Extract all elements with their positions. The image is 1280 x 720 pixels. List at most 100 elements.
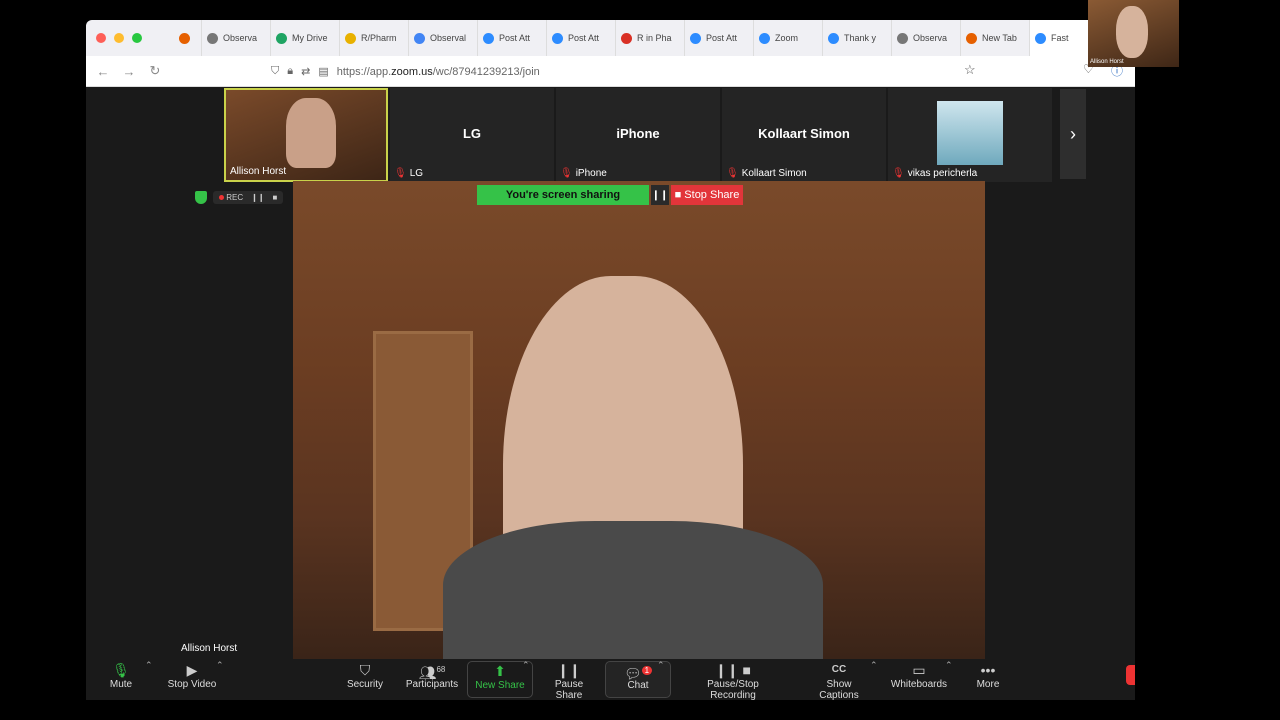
- tab-label: Observal: [430, 33, 467, 43]
- participant-tile[interactable]: LG 🎙︎ LG: [390, 88, 554, 182]
- tab-bar: Observa My Drive R/Pharm Observal Post Att Po…: [86, 20, 1135, 56]
- recording-indicator: REC ❙❙ ■: [195, 191, 284, 204]
- chevron-up-icon[interactable]: ⌃: [216, 660, 224, 671]
- browser-tab[interactable]: R in Pha: [616, 20, 685, 56]
- browser-tab[interactable]: Zoom: [754, 20, 823, 56]
- pause-share-icon[interactable]: ❙❙: [651, 185, 669, 205]
- back-icon[interactable]: ←: [94, 64, 112, 79]
- tab-label: Post Att: [568, 33, 600, 43]
- page-icon: ▤: [318, 66, 329, 78]
- pause-stop-recording-button[interactable]: ❙❙ ■ Pause/Stop Recording: [683, 661, 783, 700]
- browser-tab[interactable]: R/Pharm: [340, 20, 409, 56]
- presenter-name: Allison Horst: [1090, 59, 1124, 65]
- tab-label: Zoom: [775, 33, 799, 43]
- stop-recording-icon[interactable]: ■: [273, 193, 278, 202]
- tab-label: R in Pha: [637, 33, 672, 43]
- firefox-icon: [179, 32, 190, 44]
- tab-label: My Drive: [292, 33, 328, 43]
- participants-button[interactable]: 👥︎68 Participants: [404, 661, 460, 690]
- participant-tile[interactable]: Kollaart Simon 🎙︎ Kollaart Simon: [722, 88, 886, 182]
- participant-tile-self[interactable]: Allison Horst: [224, 88, 388, 182]
- tab-favicon-icon: [345, 32, 356, 44]
- pause-icon: ❙❙: [557, 662, 581, 678]
- whiteboard-icon: ▭: [912, 662, 926, 678]
- video-camera-icon: ▶︎: [186, 662, 198, 678]
- permissions-icon: ⇄: [301, 66, 311, 78]
- forward-icon[interactable]: →: [120, 64, 138, 79]
- chevron-up-icon[interactable]: ⌃: [657, 660, 665, 671]
- more-dots-icon: •••: [980, 662, 996, 678]
- tab-favicon-icon: [414, 32, 425, 44]
- presenter-face: [1116, 6, 1148, 58]
- main-video: [293, 181, 985, 659]
- participant-name: 🎙︎ Kollaart Simon: [726, 168, 807, 179]
- window-controls: [86, 33, 174, 43]
- mic-muted-icon: 🎙︎: [892, 168, 905, 179]
- participant-tile[interactable]: iPhone 🎙︎ iPhone: [556, 88, 720, 182]
- mic-muted-icon: 🎙︎: [726, 168, 739, 179]
- whiteboards-button[interactable]: ▭ Whiteboards: [889, 661, 949, 690]
- participant-name: Allison Horst: [230, 166, 287, 177]
- reload-icon[interactable]: ↻: [146, 63, 164, 79]
- participant-label: LG: [462, 126, 482, 141]
- chevron-right-icon[interactable]: ›: [1060, 89, 1086, 179]
- browser-window: Observa My Drive R/Pharm Observal Post Att Po…: [86, 20, 1135, 700]
- presenter-camera-overlay: Allison Horst: [1088, 0, 1179, 67]
- url-field[interactable]: ⛉ 🔒︎ ⇄ ▤ https://app.zoom.us/wc/87941239…: [271, 60, 981, 83]
- more-button[interactable]: ••• More: [970, 661, 1006, 690]
- stop-video-button[interactable]: ▶︎ Stop Video: [166, 661, 218, 690]
- chat-badge: 1: [641, 666, 653, 675]
- minimize-window-button[interactable]: [114, 33, 124, 43]
- zoom-window-button[interactable]: [132, 33, 142, 43]
- browser-tab[interactable]: Thank y: [823, 20, 892, 56]
- captions-icon: CC: [831, 664, 847, 675]
- close-window-button[interactable]: [96, 33, 106, 43]
- browser-tab[interactable]: Observal: [409, 20, 478, 56]
- active-speaker-label: Allison Horst: [181, 643, 238, 654]
- pause-share-button[interactable]: ❙❙ Pause Share: [541, 661, 597, 700]
- tab-firefox[interactable]: [174, 20, 202, 56]
- end-meeting-button[interactable]: [1126, 665, 1135, 685]
- tab-favicon-icon: [1035, 32, 1046, 44]
- mic-muted-icon: 🎙︎: [394, 168, 407, 179]
- mute-button[interactable]: 🎙︎ Mute: [106, 661, 136, 690]
- tab-favicon-icon: [483, 32, 494, 44]
- browser-tab[interactable]: Observa: [892, 20, 961, 56]
- shield-icon: ⛉: [359, 662, 371, 678]
- browser-tab[interactable]: Post Att: [478, 20, 547, 56]
- chevron-up-icon[interactable]: ⌃: [870, 660, 878, 671]
- chevron-up-icon[interactable]: ⌃: [522, 660, 530, 671]
- browser-tab[interactable]: Observa: [202, 20, 271, 56]
- chevron-up-icon[interactable]: ⌃: [145, 660, 153, 671]
- chevron-up-icon[interactable]: ⌃: [945, 660, 953, 671]
- browser-tab[interactable]: Post Att: [547, 20, 616, 56]
- show-captions-button[interactable]: CC Show Captions: [806, 661, 872, 700]
- participant-tile[interactable]: 🎙︎ vikas pericherla: [888, 88, 1052, 182]
- tab-favicon-icon: [621, 32, 632, 44]
- tab-label: Observa: [223, 33, 258, 43]
- url-text: https://app.zoom.us/wc/87941239213/join: [336, 65, 540, 78]
- security-button[interactable]: ⛉ Security: [344, 661, 386, 690]
- participant-video: [286, 98, 336, 168]
- scarf: [443, 521, 823, 659]
- lock-icon: 🔒︎: [287, 65, 294, 77]
- screen-sharing-status: You're screen sharing: [477, 185, 649, 205]
- recording-icon: ❙❙ ■: [715, 662, 751, 678]
- browser-tab[interactable]: New Tab: [961, 20, 1030, 56]
- participant-name: 🎙︎ vikas pericherla: [892, 168, 978, 179]
- stop-share-button[interactable]: ■ Stop Share: [671, 185, 743, 205]
- share-banner: You're screen sharing ❙❙ ■ Stop Share: [477, 185, 743, 205]
- participants-icon: 👥︎68: [418, 664, 446, 681]
- tab-favicon-icon: [690, 32, 701, 44]
- browser-tab[interactable]: My Drive: [271, 20, 340, 56]
- participant-name: 🎙︎ LG: [394, 168, 424, 179]
- tab-label: Post Att: [706, 33, 738, 43]
- participant-strip: Allison Horst LG 🎙︎ LG iPhone 🎙︎ iPhone Ko…: [224, 88, 1052, 182]
- tab-favicon-icon: [897, 32, 908, 44]
- rec-label: REC: [219, 193, 243, 202]
- tab-favicon-icon: [759, 32, 770, 44]
- security-shield-icon: [195, 191, 207, 204]
- bookmark-star-icon[interactable]: ☆: [964, 62, 976, 78]
- browser-tab[interactable]: Post Att: [685, 20, 754, 56]
- pause-recording-icon[interactable]: ❙❙: [251, 193, 264, 202]
